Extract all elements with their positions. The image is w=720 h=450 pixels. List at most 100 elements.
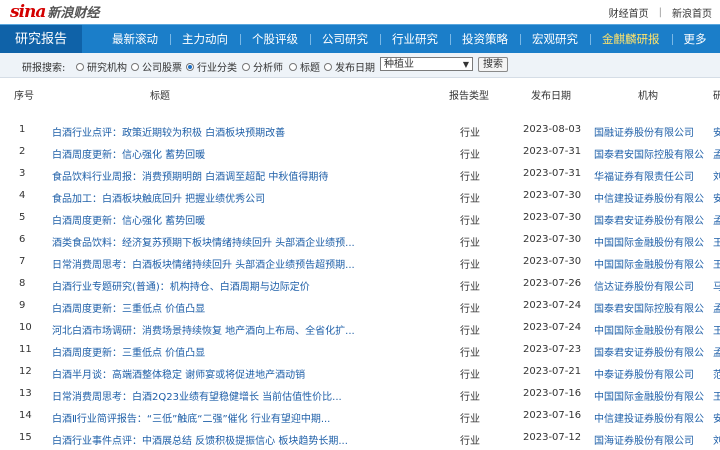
table-row: 10 河北白酒市场调研：消费场景持续恢复 地产酒向上布局、全省化扩... 行业 202… <box>0 318 720 340</box>
nav-item-more[interactable]: 更多 <box>671 25 719 54</box>
researcher-link[interactable]: 孟 <box>713 300 720 315</box>
institution-link[interactable]: 中国国际金融股份有限公司 <box>594 388 704 403</box>
row-number: 10 <box>19 322 32 333</box>
report-type: 行业 <box>460 304 480 315</box>
researcher-link[interactable]: 孟 <box>713 344 720 359</box>
publish-date: 2023-07-24 <box>523 300 582 311</box>
nav-item-company-research[interactable]: 公司研究 <box>310 25 380 54</box>
researcher-link[interactable]: 安 <box>713 124 720 139</box>
researcher-link[interactable]: 安 <box>713 410 720 425</box>
institution-link[interactable]: 国泰君安证券股份有限公司 <box>594 212 704 227</box>
radio-industry[interactable]: 行业分类 <box>186 59 237 74</box>
researcher-link[interactable]: 马 <box>713 278 720 293</box>
nav-item-stock-rating[interactable]: 个股评级 <box>240 25 310 54</box>
researcher-link[interactable]: 孟 <box>713 146 720 161</box>
table-row: 9 白酒周度更新：三重低点 价值凸显 行业 2023-07-24 国泰君安国际控股有限公… <box>0 296 720 318</box>
radio-analyst[interactable]: 分析师 <box>242 59 283 74</box>
institution-link[interactable]: 国融证券股份有限公司 <box>594 124 704 139</box>
researcher-link[interactable]: 王 <box>713 256 720 271</box>
report-title-link[interactable]: 日常消费周思考：白酒2Q23业绩有望稳健增长 当前估值性价比... <box>52 388 412 403</box>
radio-dot[interactable] <box>131 62 139 71</box>
report-title-link[interactable]: 白酒半月谈：高端酒整体稳定 谢师宴或将促进地产酒动销 <box>52 366 412 381</box>
researcher-link[interactable]: 孟 <box>713 212 720 227</box>
header-type: 报告类型 <box>449 91 489 102</box>
radio-title[interactable]: 标题 <box>289 59 320 74</box>
institution-link[interactable]: 中国国际金融股份有限公司 <box>594 322 704 337</box>
row-number: 2 <box>19 146 26 157</box>
nav-item-industry-research[interactable]: 行业研究 <box>380 25 450 54</box>
sina-finance-logo[interactable]: sina 新浪财经 <box>10 2 99 22</box>
report-title-link[interactable]: 河北白酒市场调研：消费场景持续恢复 地产酒向上布局、全省化扩... <box>52 322 412 337</box>
institution-link[interactable]: 中信建投证券股份有限公司 <box>594 410 704 425</box>
institution-link[interactable]: 国泰君安国际控股有限公司 <box>594 146 704 161</box>
researcher-link[interactable]: 安 <box>713 190 720 205</box>
publish-date: 2023-07-30 <box>523 256 582 267</box>
row-number: 1 <box>19 124 26 135</box>
finance-home-link[interactable]: 财经首页 <box>609 5 649 20</box>
report-title-link[interactable]: 食品饮料行业周报：消费预期明朗 白酒调至超配 中秋值得期待 <box>52 168 412 183</box>
nav-section-title[interactable]: 研究报告 <box>0 25 82 54</box>
researcher-link[interactable]: 刘 <box>713 432 720 447</box>
researcher-link[interactable]: 刘 <box>713 168 720 183</box>
report-type: 行业 <box>460 414 480 425</box>
row-number: 5 <box>19 212 26 223</box>
nav-item-latest[interactable]: 最新滚动 <box>100 25 170 54</box>
institution-link[interactable]: 国泰君安证券股份有限公司 <box>594 344 704 359</box>
report-type: 行业 <box>460 326 480 337</box>
sina-home-link[interactable]: 新浪首页 <box>672 5 712 20</box>
report-title-link[interactable]: 酒类食品饮料：经济复苏预期下板块情绪持续回升 头部酒企业绩预... <box>52 234 412 249</box>
row-number: 13 <box>19 388 32 399</box>
row-number: 6 <box>19 234 26 245</box>
nav-item-strategy[interactable]: 投资策略 <box>450 25 520 54</box>
radio-dot[interactable] <box>76 62 84 71</box>
report-title-link[interactable]: 白酒行业点评：政策近期较为积极 白酒板块预期改善 <box>52 124 412 139</box>
report-title-link[interactable]: 白酒周度更新：三重低点 价值凸显 <box>52 344 412 359</box>
institution-link[interactable]: 华福证券有限责任公司 <box>594 168 704 183</box>
report-type: 行业 <box>460 238 480 249</box>
industry-select-value: 种植业 <box>384 59 414 70</box>
row-number: 11 <box>19 344 32 355</box>
institution-link[interactable]: 中国国际金融股份有限公司 <box>594 256 704 271</box>
radio-company-stock[interactable]: 公司股票 <box>131 59 182 74</box>
radio-label: 分析师 <box>253 63 283 74</box>
publish-date: 2023-07-16 <box>523 410 582 421</box>
report-type: 行业 <box>460 392 480 403</box>
researcher-link[interactable]: 王 <box>713 234 720 249</box>
report-title-link[interactable]: 日常消费周思考：白酒板块情绪持续回升 头部酒企业绩预告超预期... <box>52 256 412 271</box>
radio-dot[interactable] <box>324 62 332 71</box>
report-type: 行业 <box>460 216 480 227</box>
institution-link[interactable]: 中泰证券股份有限公司 <box>594 366 704 381</box>
radio-dot[interactable] <box>242 62 250 71</box>
header-org: 机构 <box>638 91 658 102</box>
radio-dot-selected[interactable] <box>186 62 194 71</box>
institution-link[interactable]: 国海证券股份有限公司 <box>594 432 704 447</box>
institution-link[interactable]: 国泰君安国际控股有限公司 <box>594 300 704 315</box>
researcher-link[interactable]: 王 <box>713 388 720 403</box>
researcher-link[interactable]: 范 <box>713 366 720 381</box>
radio-dot[interactable] <box>289 62 297 71</box>
institution-link[interactable]: 中信建投证券股份有限公司 <box>594 190 704 205</box>
report-title-link[interactable]: 白酒周度更新：信心强化 蓄势回暖 <box>52 146 412 161</box>
industry-select[interactable]: 种植业 ▼ <box>380 57 473 71</box>
radio-institution[interactable]: 研究机构 <box>76 59 127 74</box>
table-row: 2 白酒周度更新：信心强化 蓄势回暖 行业 2023-07-31 国泰君安国际控股有限公… <box>0 142 720 164</box>
chevron-down-icon[interactable]: ▼ <box>463 58 469 72</box>
report-title-link[interactable]: 白酒周度更新：信心强化 蓄势回暖 <box>52 212 412 227</box>
report-type: 行业 <box>460 348 480 359</box>
header-date: 发布日期 <box>531 91 571 102</box>
nav-item-capital-flow[interactable]: 主力动向 <box>170 25 240 54</box>
nav-item-macro[interactable]: 宏观研究 <box>520 25 590 54</box>
institution-link[interactable]: 中国国际金融股份有限公司 <box>594 234 704 249</box>
search-button[interactable]: 搜索 <box>478 57 508 72</box>
researcher-link[interactable]: 王 <box>713 322 720 337</box>
report-title-link[interactable]: 白酒周度更新：三重低点 价值凸显 <box>52 300 412 315</box>
report-title-link[interactable]: 白酒行业事件点评：中酒展总结 反馈积极提振信心 板块趋势长期... <box>52 432 412 447</box>
institution-link[interactable]: 信达证券股份有限公司 <box>594 278 704 293</box>
logo-sina-text: sina <box>10 2 46 22</box>
publish-date: 2023-07-24 <box>523 322 582 333</box>
report-title-link[interactable]: 白酒Ⅱ行业简评报告：“三低”触底“二强”催化 行业有望迎中期... <box>52 410 412 425</box>
radio-publish-date[interactable]: 发布日期 <box>324 59 375 74</box>
report-title-link[interactable]: 食品加工：白酒板块触底回升 把握业绩优秀公司 <box>52 190 412 205</box>
nav-item-golden-kylin[interactable]: 金麒麟研报 <box>590 25 672 54</box>
report-title-link[interactable]: 白酒行业专题研究(普通)：机构持仓、白酒周期与边际定价 <box>52 278 412 293</box>
